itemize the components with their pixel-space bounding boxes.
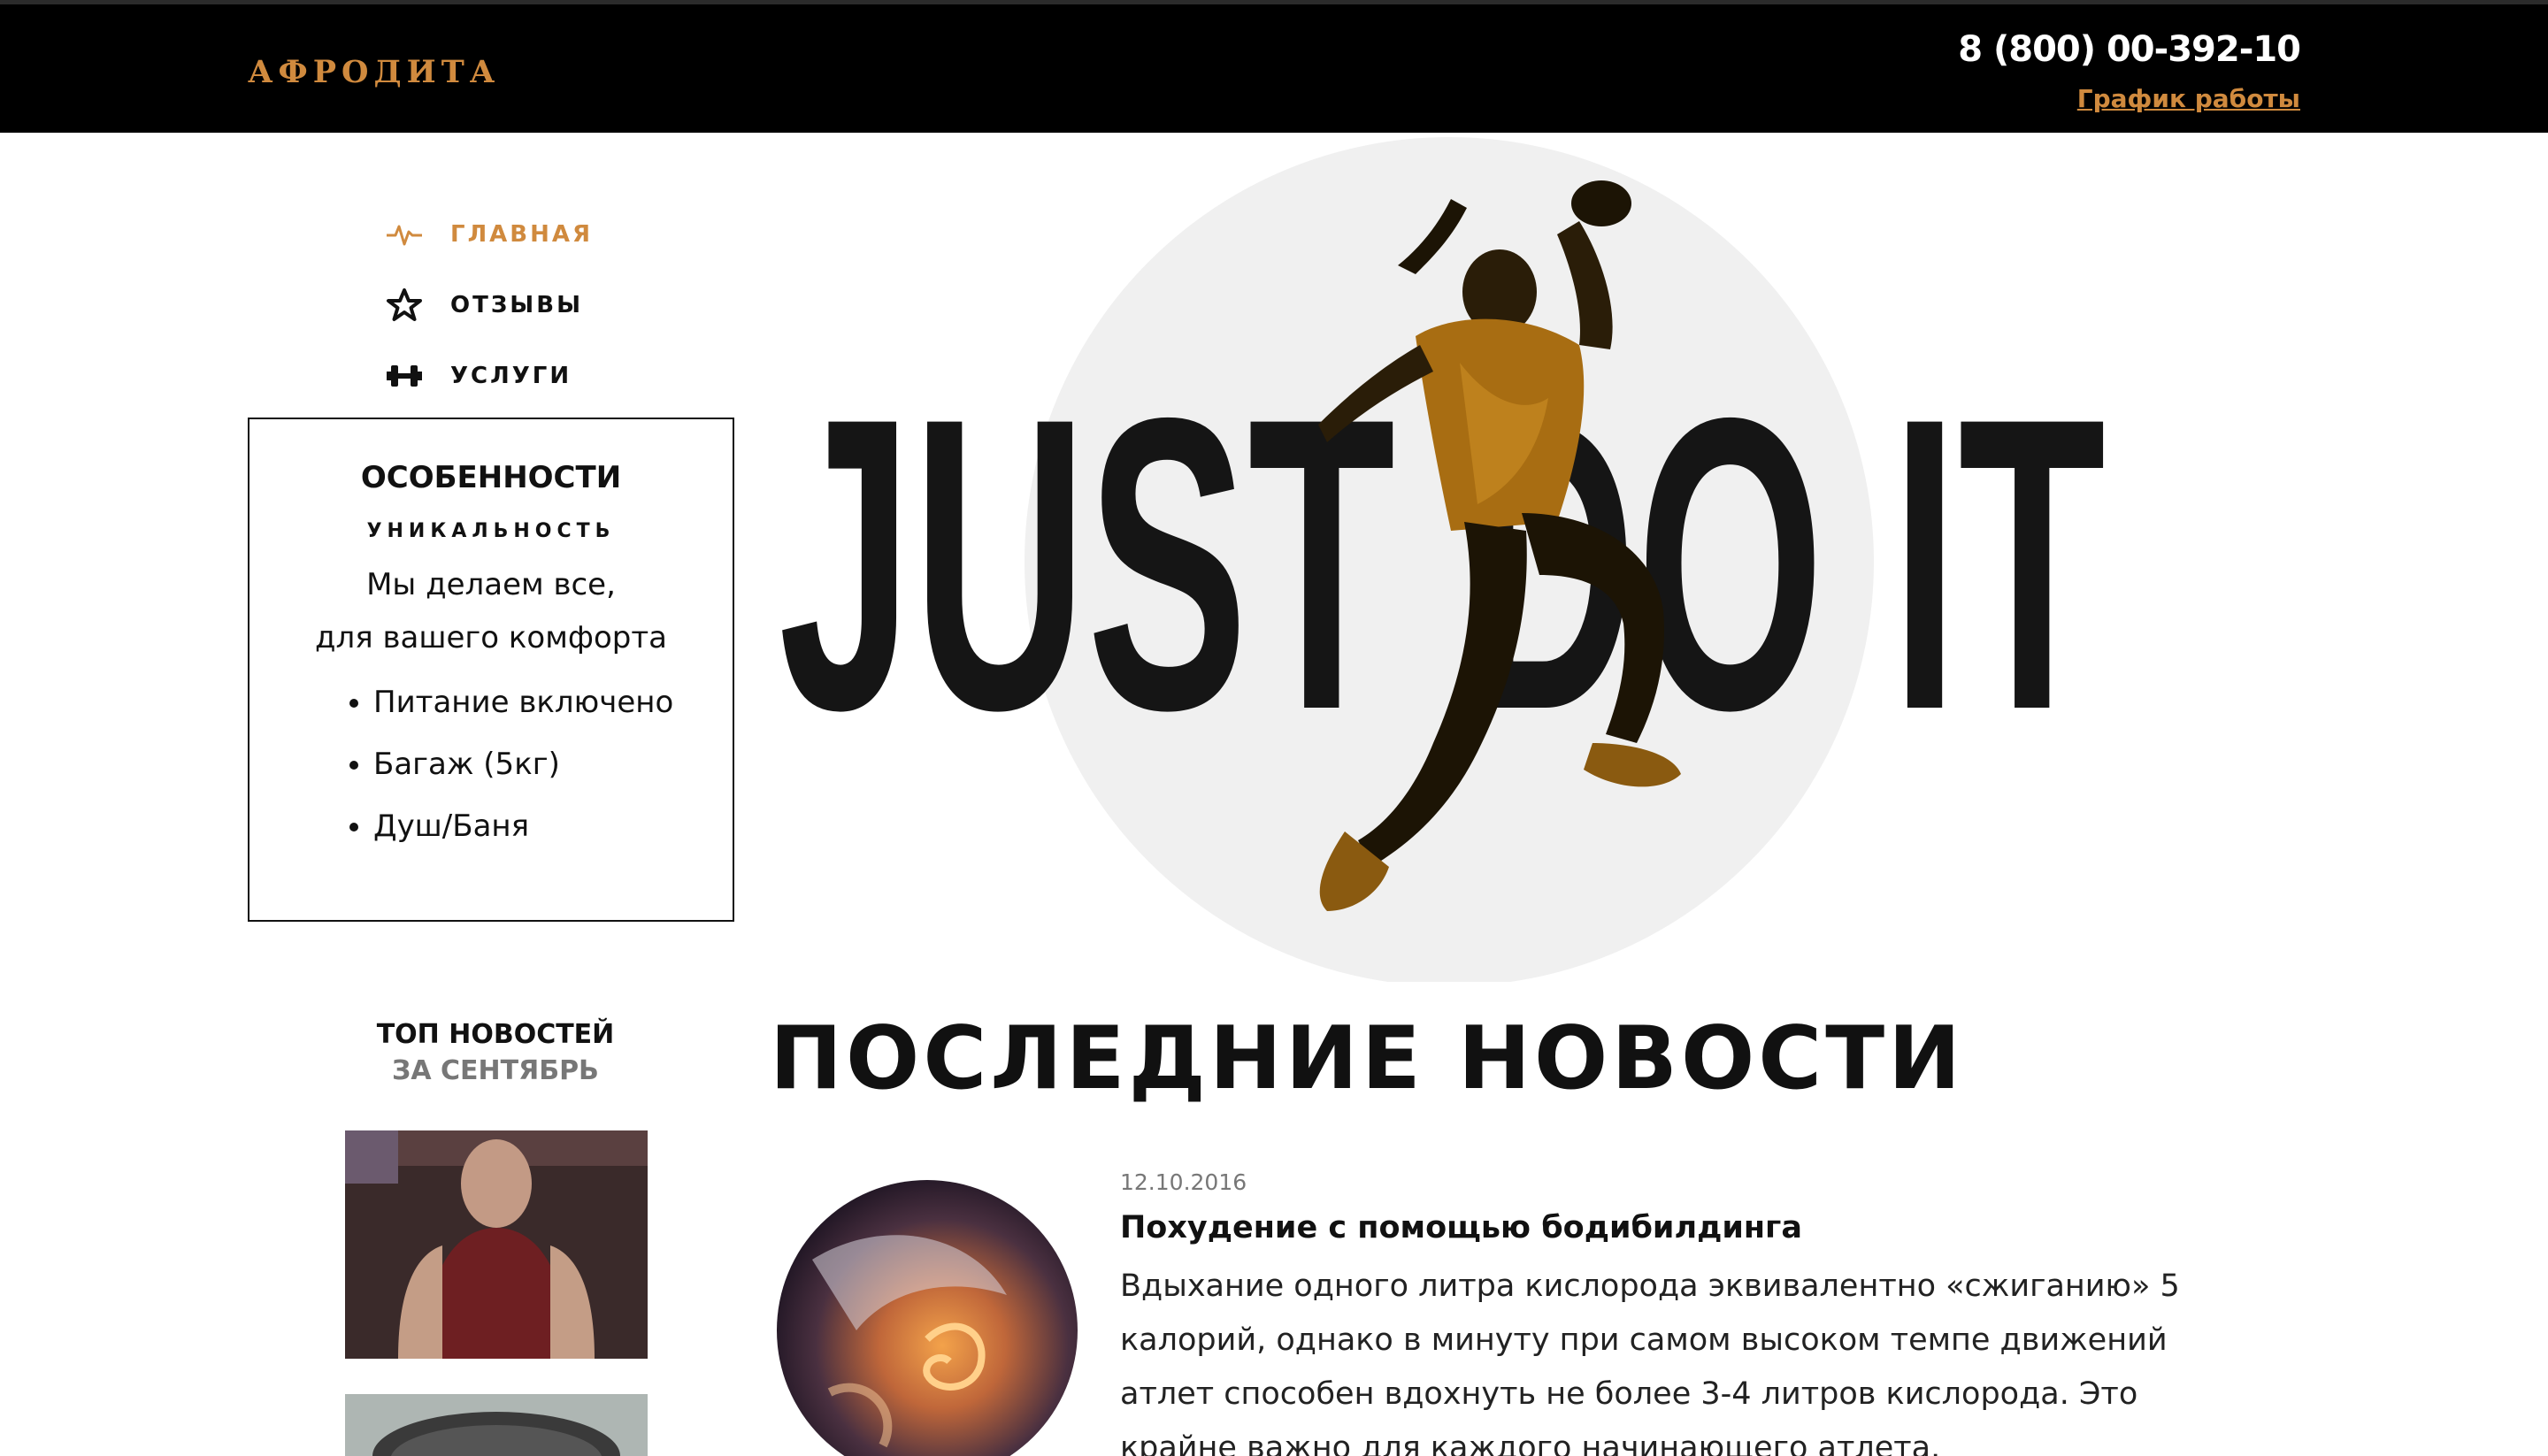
top-header: АФРОДИТА 8 (800) 00-392-10 График работы	[0, 0, 2548, 133]
features-list: Питание включено Багаж (5кг) Душ/Баня	[249, 671, 733, 857]
features-box: ОСОБЕННОСТИ УНИКАЛЬНОСТЬ Мы делаем все, …	[248, 418, 734, 922]
latest-news-title: ПОСЛЕДНИЕ НОВОСТИ	[770, 1008, 1965, 1109]
hero-image: JUST DO IT	[779, 137, 2106, 982]
features-description: Мы делаем все, для вашего комфорта	[249, 558, 733, 664]
hero-banner: JUST DO IT	[779, 133, 2123, 982]
site-logo[interactable]: АФРОДИТА	[248, 54, 500, 90]
nav-item-reviews[interactable]: ОТЗЫВЫ	[385, 270, 739, 341]
features-subtitle: УНИКАЛЬНОСТЬ	[366, 520, 616, 542]
nav-label-main: ГЛАВНАЯ	[450, 221, 594, 248]
news-article-image[interactable]	[777, 1180, 1078, 1456]
side-nav: ГЛАВНАЯ ОТЗЫВЫ УСЛУГИ	[385, 199, 739, 411]
phone-number[interactable]: 8 (800) 00-392-10	[1958, 29, 2301, 70]
pulse-icon	[385, 215, 424, 254]
nav-item-main[interactable]: ГЛАВНАЯ	[385, 199, 739, 270]
features-list-item: Душ/Баня	[373, 795, 733, 857]
star-icon	[385, 286, 424, 325]
schedule-link[interactable]: График работы	[2077, 84, 2300, 113]
features-title: ОСОБЕННОСТИ	[360, 460, 622, 495]
news-text: Вдыхание одного литра кислорода эквивале…	[1120, 1268, 2180, 1456]
features-desc-line: Мы делаем все,	[366, 567, 616, 602]
dumbbell-icon	[385, 356, 424, 395]
top-news-header: ТОП НОВОСТЕЙ ЗА СЕНТЯБРЬ	[336, 1019, 655, 1086]
features-desc-line: для вашего комфорта	[315, 620, 667, 655]
top-news-period: ЗА СЕНТЯБРЬ	[392, 1055, 599, 1086]
top-news-title: ТОП НОВОСТЕЙ	[376, 1019, 615, 1050]
news-headline[interactable]: Похудение с помощью бодибилдинга	[1120, 1210, 1802, 1245]
top-news-thumbnail[interactable]	[345, 1130, 648, 1359]
features-list-item: Питание включено	[373, 671, 733, 733]
features-list-item: Багаж (5кг)	[373, 733, 733, 795]
news-date: 12.10.2016	[1120, 1169, 1247, 1195]
nav-label-reviews: ОТЗЫВЫ	[450, 292, 584, 318]
nav-item-services[interactable]: УСЛУГИ	[385, 341, 739, 411]
top-news-thumbnail[interactable]	[345, 1394, 648, 1456]
nav-label-services: УСЛУГИ	[450, 363, 572, 389]
